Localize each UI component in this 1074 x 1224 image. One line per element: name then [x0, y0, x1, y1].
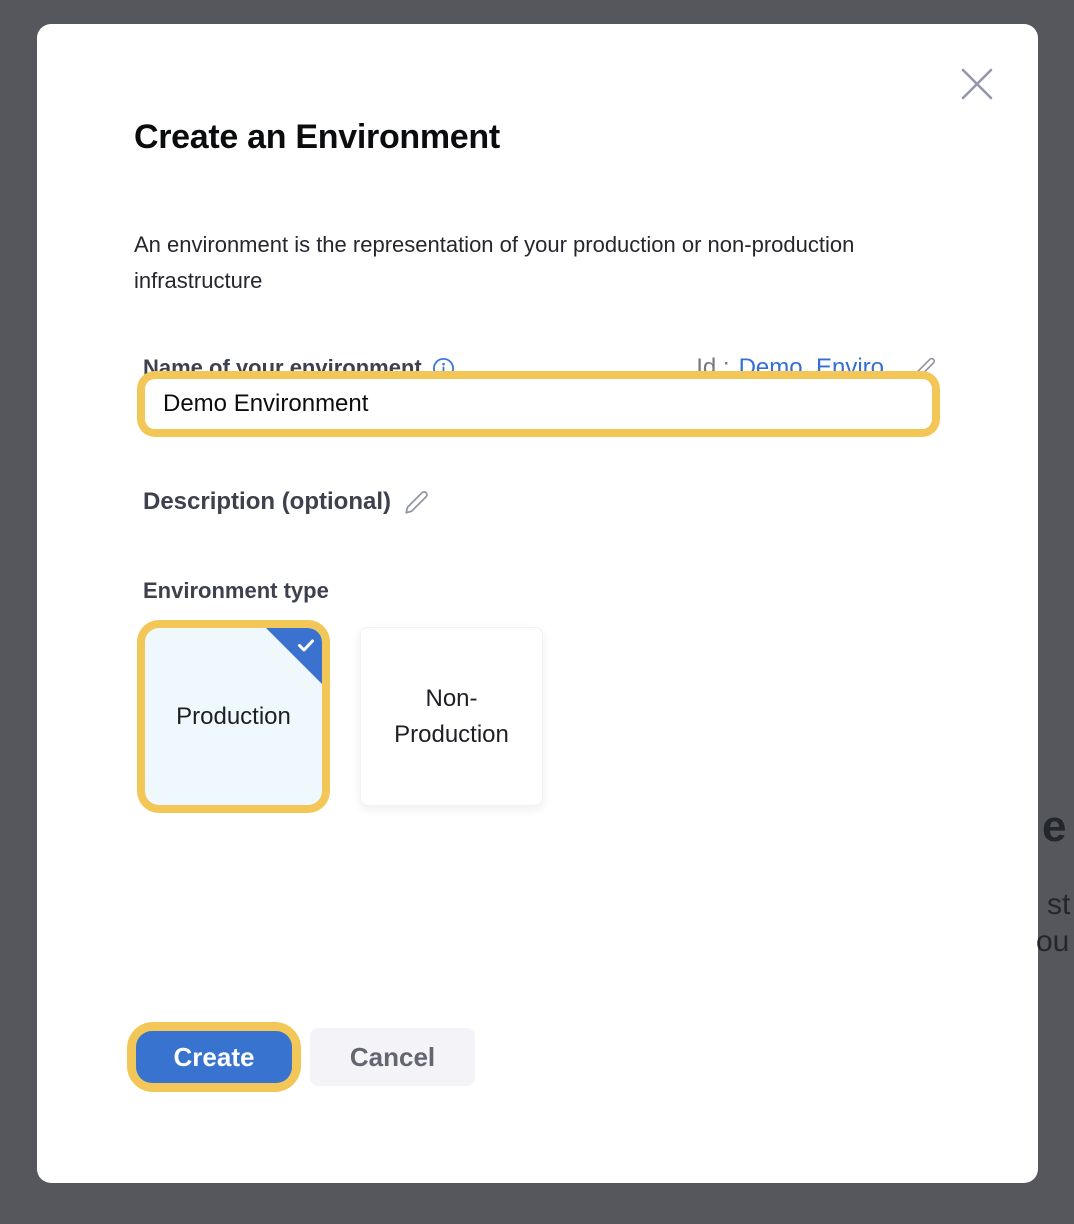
- name-input-highlight: [137, 371, 940, 437]
- environment-name-input[interactable]: [145, 379, 932, 429]
- close-button[interactable]: [953, 60, 1001, 108]
- clipped-background-text: st: [1047, 888, 1070, 922]
- overlay-backdrop: Create an Environment An environment is …: [0, 0, 1074, 1224]
- card-label: Non-Production: [389, 681, 514, 753]
- environment-type-card-production[interactable]: Production: [145, 628, 322, 805]
- create-environment-dialog: Create an Environment An environment is …: [37, 24, 1038, 1183]
- dialog-description: An environment is the representation of …: [134, 227, 882, 299]
- description-field-label: Description (optional): [143, 488, 391, 516]
- clipped-background-text: e: [1042, 802, 1066, 852]
- environment-type-label: Environment type: [143, 578, 329, 604]
- create-button[interactable]: Create: [136, 1031, 292, 1083]
- cancel-button[interactable]: Cancel: [310, 1028, 475, 1086]
- card-label: Production: [176, 699, 291, 735]
- edit-description-pencil-icon[interactable]: [403, 489, 430, 516]
- clipped-background-text: ou: [1036, 925, 1069, 959]
- checkmark-icon: [295, 634, 317, 656]
- dialog-title: Create an Environment: [134, 118, 500, 157]
- create-button-highlight: Create: [127, 1022, 301, 1092]
- production-card-highlight: Production: [137, 620, 330, 813]
- environment-type-card-non-production[interactable]: Non-Production: [360, 627, 543, 806]
- close-icon: [958, 65, 996, 103]
- selected-corner-badge: [266, 628, 322, 684]
